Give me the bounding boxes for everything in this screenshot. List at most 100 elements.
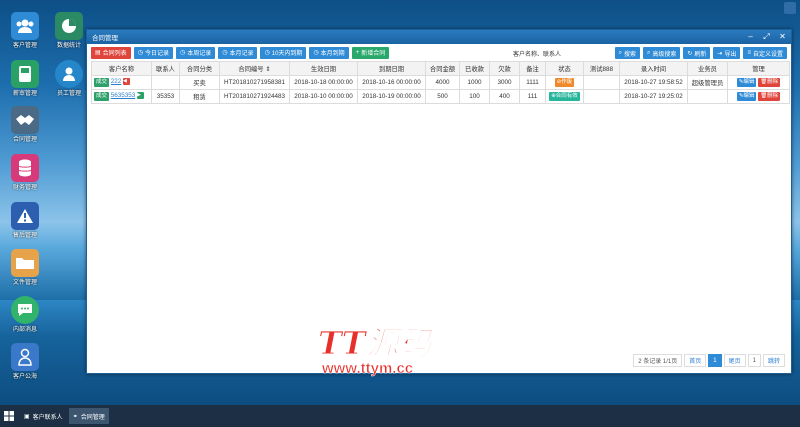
- column-header[interactable]: 客户名称: [91, 61, 152, 76]
- window-titlebar[interactable]: 合同管理 – ⤢ ✕: [87, 30, 791, 44]
- page-1-button[interactable]: 1: [708, 354, 722, 367]
- desktop-icon-messages[interactable]: 内部消息: [5, 296, 45, 334]
- test-cell: [583, 89, 620, 104]
- salesman-cell: 超级管理员: [687, 75, 728, 90]
- advanced-search-button[interactable]: ⌕ 高级搜索: [642, 47, 681, 59]
- delete-button[interactable]: 🗑删除: [758, 92, 781, 101]
- desktop-icon-label: 薪审管理: [12, 91, 37, 97]
- column-header[interactable]: 生效日期: [289, 61, 358, 76]
- taskbar-item-label: 客户联系人: [32, 414, 63, 421]
- watermark-url: www.ttym.cc: [322, 360, 414, 377]
- share-icon[interactable]: ◀: [123, 77, 131, 85]
- column-header[interactable]: 备注: [519, 61, 546, 76]
- column-header[interactable]: 合同分类: [179, 61, 220, 76]
- desktop-icon-finance[interactable]: 财务管理: [5, 154, 45, 192]
- button-label: 编辑: [743, 93, 755, 99]
- phone-icon: [11, 60, 39, 88]
- desktop-icon-label: 客户管理: [12, 43, 37, 49]
- pagination: 2 条记录 1/1页 首页 1 尾页 1 跳转: [633, 354, 785, 367]
- desktop-icon-public-pool[interactable]: 客户公海: [5, 343, 45, 381]
- clock-icon: ◷: [222, 50, 228, 56]
- customer-cell: 成交 5635353 ▶: [91, 89, 152, 104]
- created-cell: 2018-10-27 19:25:02: [619, 89, 688, 104]
- column-header[interactable]: 测试888: [583, 61, 620, 76]
- taskbar-item-contracts[interactable]: ⚭ 合同管理: [68, 408, 109, 424]
- handshake-icon: [11, 106, 39, 134]
- table-row[interactable]: 成交 222 ◀ 买卖 HT201810271958381 2018-10-18…: [91, 75, 790, 90]
- minimize-icon[interactable]: –: [746, 32, 755, 41]
- chat-icon: [11, 296, 39, 324]
- expire-10days-button[interactable]: ◷ 10天内到期: [260, 46, 307, 59]
- column-header[interactable]: 录入时间: [619, 61, 688, 76]
- status-cell: ⊕合同有效: [545, 89, 584, 104]
- expire-month-button[interactable]: ◷ 本月到期: [309, 46, 349, 59]
- button-label: 自定义设置: [752, 51, 783, 58]
- column-header[interactable]: 业务员: [687, 61, 728, 76]
- button-label: 导出: [724, 51, 737, 58]
- clock-icon: ◷: [179, 50, 186, 56]
- desktop-icon-label: 文件管理: [12, 280, 37, 286]
- desktop-icon-files[interactable]: 文件管理: [5, 249, 45, 287]
- created-cell: 2018-10-27 19:58:52: [619, 75, 688, 90]
- pie-chart-icon: [55, 12, 83, 40]
- amount-cell: 4000: [425, 75, 460, 90]
- actions-cell: ✎编辑 🗑删除: [727, 89, 790, 104]
- category-cell: 买卖: [179, 75, 220, 90]
- maximize-icon[interactable]: ⤢: [762, 32, 771, 41]
- edit-button[interactable]: ✎编辑: [736, 92, 757, 101]
- page-input[interactable]: 1: [747, 354, 761, 367]
- column-header[interactable]: 联系人: [151, 61, 180, 76]
- customer-link[interactable]: 5635353: [111, 92, 136, 99]
- search-button[interactable]: ⌕ 搜索: [614, 47, 640, 59]
- user-icon: [11, 343, 39, 371]
- desktop-icon-label: 合同管理: [12, 137, 37, 143]
- search-input[interactable]: 客户名称、联系人: [513, 49, 561, 58]
- note-cell: 111: [519, 89, 546, 104]
- status-badge: ⊘作废: [554, 78, 575, 87]
- go-button[interactable]: 跳转: [762, 354, 785, 367]
- desktop-icon-staff[interactable]: 员工管理: [49, 60, 89, 98]
- note-cell: 1111: [519, 75, 546, 90]
- desktop-icon-calls[interactable]: 薪审管理: [5, 60, 45, 98]
- button-label: 10天内到期: [271, 51, 303, 57]
- play-icon[interactable]: ▶: [137, 91, 145, 99]
- first-page-button[interactable]: 首页: [684, 354, 707, 367]
- column-header[interactable]: 到期日期: [357, 61, 426, 76]
- column-header-sortable[interactable]: 合同编号 ⇕: [219, 61, 290, 76]
- add-contract-button[interactable]: + 新增合同: [351, 46, 390, 59]
- column-header[interactable]: 合同金额: [425, 61, 460, 76]
- sort-icon[interactable]: ⇕: [265, 66, 270, 73]
- edit-button[interactable]: ✎编辑: [736, 78, 757, 87]
- today-records-button[interactable]: ◷ 今日记录: [133, 46, 173, 59]
- column-header[interactable]: 欠款: [489, 61, 520, 76]
- tray-top-icon[interactable]: [784, 2, 796, 14]
- desktop-icon-contracts[interactable]: 合同管理: [5, 106, 45, 144]
- month-records-button[interactable]: ◷ 本月记录: [218, 46, 258, 59]
- desktop-icon-aftersales[interactable]: 售后管理: [5, 202, 45, 240]
- custom-settings-button[interactable]: ≡ 自定义设置: [743, 47, 787, 59]
- start-button[interactable]: [0, 405, 18, 427]
- button-label: 本月记录: [229, 51, 254, 57]
- desktop-icon-customers[interactable]: 客户管理: [5, 12, 45, 50]
- contract-window: 合同管理 – ⤢ ✕ ▤ 合同列表 ◷ 今日记录 ◷ 本周记录 ◷ 本月记录 ◷ 10天内…: [86, 29, 792, 374]
- close-icon[interactable]: ✕: [778, 32, 787, 41]
- desktop-icon-statistics[interactable]: 数据统计: [49, 12, 89, 50]
- week-records-button[interactable]: ◷ 本周记录: [175, 46, 216, 59]
- column-header[interactable]: 状态: [545, 61, 584, 76]
- delete-button[interactable]: 🗑删除: [758, 78, 781, 87]
- column-header[interactable]: 已收款: [459, 61, 490, 76]
- taskbar-item-contacts[interactable]: ▣ 客户联系人: [20, 408, 67, 424]
- desktop-icon-label: 客户公海: [12, 374, 37, 380]
- export-button[interactable]: ⇥ 导出: [713, 47, 741, 59]
- debt-cell: 400: [489, 89, 520, 104]
- table-row[interactable]: 成交 5635353 ▶ 35353 租赁 HT201810271924483 …: [91, 89, 790, 104]
- deal-tag: 成交: [94, 92, 110, 102]
- last-page-button[interactable]: 尾页: [723, 354, 746, 367]
- button-label: 合同列表: [102, 51, 127, 57]
- desktop-icon-label: 员工管理: [56, 91, 81, 97]
- column-header[interactable]: 管理: [727, 61, 790, 76]
- customer-link[interactable]: 222: [111, 78, 122, 85]
- contract-list-button[interactable]: ▤ 合同列表: [91, 46, 131, 59]
- contact-cell: [151, 75, 180, 90]
- refresh-button[interactable]: ↻ 刷新: [683, 47, 711, 59]
